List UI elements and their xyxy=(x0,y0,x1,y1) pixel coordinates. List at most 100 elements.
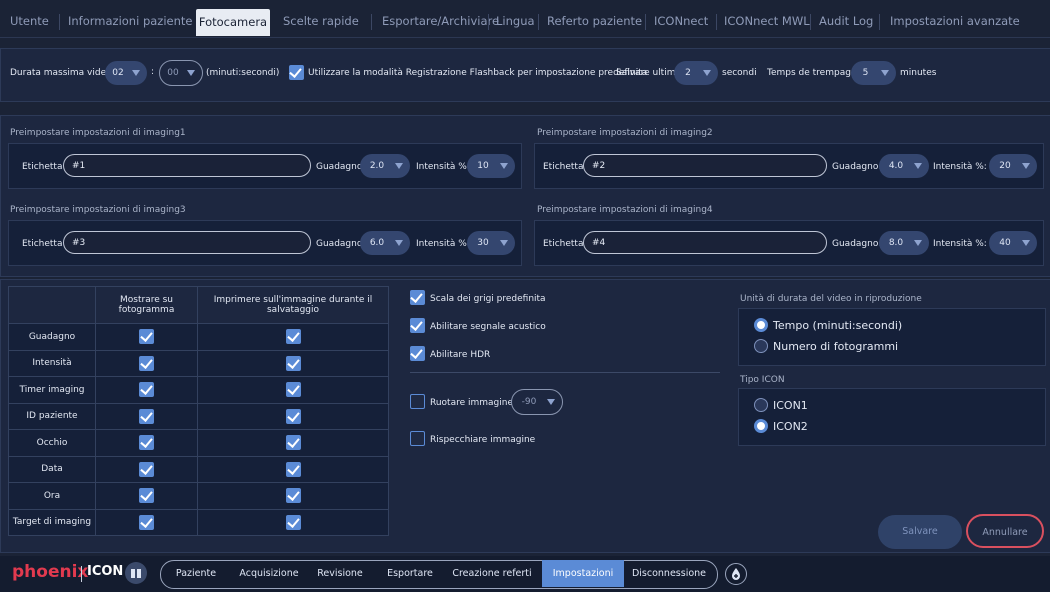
chevron-down-icon xyxy=(881,70,889,76)
preset-4-intensity-select[interactable]: 40 xyxy=(989,231,1037,255)
playback-frames-radio[interactable] xyxy=(754,339,768,353)
nav-creazione-referti[interactable]: Creazione referti xyxy=(448,560,536,587)
mirror-checkbox[interactable] xyxy=(410,431,425,446)
icon1-label: ICON1 xyxy=(773,399,808,412)
preset-2-title: Preimpostare impostazioni di imaging2 xyxy=(537,128,713,138)
chevron-down-icon xyxy=(500,163,508,169)
imprint-checkbox[interactable] xyxy=(285,488,301,504)
playback-time-radio[interactable] xyxy=(754,318,768,332)
row-label: Ora xyxy=(8,482,96,510)
tab-referto-paziente[interactable]: Referto paziente xyxy=(547,10,642,32)
show-checkbox[interactable] xyxy=(139,355,154,371)
save-button[interactable]: Salvare xyxy=(878,515,962,549)
tab-lingua[interactable]: Lingua xyxy=(496,10,535,32)
playback-frames-label: Numero di fotogrammi xyxy=(773,340,899,353)
preset-3-label-input[interactable]: #3 xyxy=(63,231,311,254)
preset-1-label-input[interactable]: #1 xyxy=(63,154,311,177)
rotate-select[interactable]: -90 xyxy=(511,389,563,415)
tab-separator xyxy=(59,14,60,30)
tab-impostazioni-avanzate[interactable]: Impostazioni avanzate xyxy=(890,10,1020,32)
beep-checkbox[interactable] xyxy=(410,318,425,333)
tab-fotocamera[interactable]: Fotocamera xyxy=(196,9,270,36)
save-last-select[interactable]: 2 xyxy=(674,61,718,85)
preset-2-intensity-caption: Intensità %: xyxy=(933,162,987,172)
minutes-select[interactable]: 02 xyxy=(105,61,147,85)
preset-1-gain-select[interactable]: 2.0 xyxy=(360,154,410,178)
grayscale-checkbox[interactable] xyxy=(410,290,425,305)
nav-acquisizione[interactable]: Acquisizione xyxy=(230,560,308,587)
bottom-bar: phoenix ICON Paziente Acquisizione Revis… xyxy=(0,556,1050,592)
show-checkbox[interactable] xyxy=(139,514,154,530)
preset-4-gain-select[interactable]: 8.0 xyxy=(879,231,929,255)
tab-esportare-archiviare[interactable]: Esportare/Archiviare xyxy=(382,10,499,32)
imprint-checkbox[interactable] xyxy=(285,408,301,424)
show-checkbox[interactable] xyxy=(139,435,154,451)
preset-2-intensity-select[interactable]: 20 xyxy=(989,154,1037,178)
imprint-checkbox[interactable] xyxy=(285,514,301,530)
nav-revisione[interactable]: Revisione xyxy=(310,560,370,587)
preset-4-title: Preimpostare impostazioni di imaging4 xyxy=(537,205,713,215)
duration-unit-label: (minuti:secondi) xyxy=(206,68,280,78)
tab-informazioni-paziente[interactable]: Informazioni paziente xyxy=(68,10,192,32)
preset-1-title: Preimpostare impostazioni di imaging1 xyxy=(10,128,186,138)
preset-1-intensity-select[interactable]: 10 xyxy=(467,154,515,178)
preset-3-label-caption: Etichetta: xyxy=(22,239,66,249)
row-label: Intensità xyxy=(8,349,96,377)
add-drop-icon[interactable] xyxy=(725,563,747,585)
hdr-checkbox[interactable] xyxy=(410,346,425,361)
tab-utente[interactable]: Utente xyxy=(10,10,49,32)
rotate-checkbox[interactable] xyxy=(410,394,425,409)
seconds-label: secondi xyxy=(722,68,757,78)
icon-type-box xyxy=(738,388,1046,446)
tab-iconnect[interactable]: ICONnect xyxy=(654,10,708,32)
tab-separator xyxy=(716,14,717,30)
cancel-button[interactable]: Annullare xyxy=(966,514,1044,548)
seconds-select[interactable]: 00 xyxy=(159,60,203,86)
nav-disconnessione[interactable]: Disconnessione xyxy=(626,560,712,587)
preset-3-gain-caption: Guadagno: xyxy=(316,239,366,249)
show-checkbox[interactable] xyxy=(139,382,154,398)
tab-iconnect-mwl[interactable]: ICONnect MWL xyxy=(724,10,810,32)
preset-2-gain-caption: Guadagno: xyxy=(832,162,882,172)
minutes-label: minutes xyxy=(900,68,937,78)
icon2-radio[interactable] xyxy=(754,419,768,433)
trempage-select[interactable]: 5 xyxy=(851,61,896,85)
imprint-checkbox[interactable] xyxy=(285,461,301,477)
imprint-checkbox[interactable] xyxy=(285,355,301,371)
max-duration-label: Durata massima video xyxy=(10,68,112,78)
tab-separator xyxy=(810,14,811,30)
imprint-checkbox[interactable] xyxy=(285,435,301,451)
nav-paziente[interactable]: Paziente xyxy=(164,560,228,587)
tab-scelte-rapide[interactable]: Scelte rapide xyxy=(283,10,359,32)
show-checkbox[interactable] xyxy=(139,488,154,504)
nav-esportare[interactable]: Esportare xyxy=(378,560,442,587)
book-icon[interactable] xyxy=(125,562,147,584)
preset-3-gain-select[interactable]: 6.0 xyxy=(360,231,410,255)
flashback-label: Utilizzare la modalità Registrazione Fla… xyxy=(308,68,648,78)
save-last-label: Salvare ultimi xyxy=(616,68,678,78)
preset-2-label-input[interactable]: #2 xyxy=(583,154,827,177)
nav-impostazioni[interactable]: Impostazioni xyxy=(542,560,624,587)
imprint-checkbox[interactable] xyxy=(285,329,301,345)
icon1-radio[interactable] xyxy=(754,398,768,412)
playback-time-label: Tempo (minuti:secondi) xyxy=(773,319,903,332)
chevron-down-icon xyxy=(1022,240,1030,246)
preset-4-label-input[interactable]: #4 xyxy=(583,231,827,254)
preset-2-label-caption: Etichetta: xyxy=(543,162,587,172)
preset-2-gain-select[interactable]: 4.0 xyxy=(879,154,929,178)
imprint-checkbox[interactable] xyxy=(285,382,301,398)
chevron-down-icon xyxy=(395,163,403,169)
preset-3-intensity-caption: Intensità %: xyxy=(416,239,470,249)
brand-divider xyxy=(81,566,82,582)
show-checkbox[interactable] xyxy=(139,461,154,477)
show-checkbox[interactable] xyxy=(139,329,154,345)
row-label: Occhio xyxy=(8,429,96,457)
show-checkbox[interactable] xyxy=(139,408,154,424)
preset-3-intensity-select[interactable]: 30 xyxy=(467,231,515,255)
table-row: Ora xyxy=(8,482,389,510)
tab-audit-log[interactable]: Audit Log xyxy=(819,10,873,32)
flashback-checkbox[interactable] xyxy=(289,65,304,80)
tab-separator xyxy=(879,14,880,30)
table-row: Target di imaging xyxy=(8,508,389,536)
tab-separator xyxy=(488,14,489,30)
